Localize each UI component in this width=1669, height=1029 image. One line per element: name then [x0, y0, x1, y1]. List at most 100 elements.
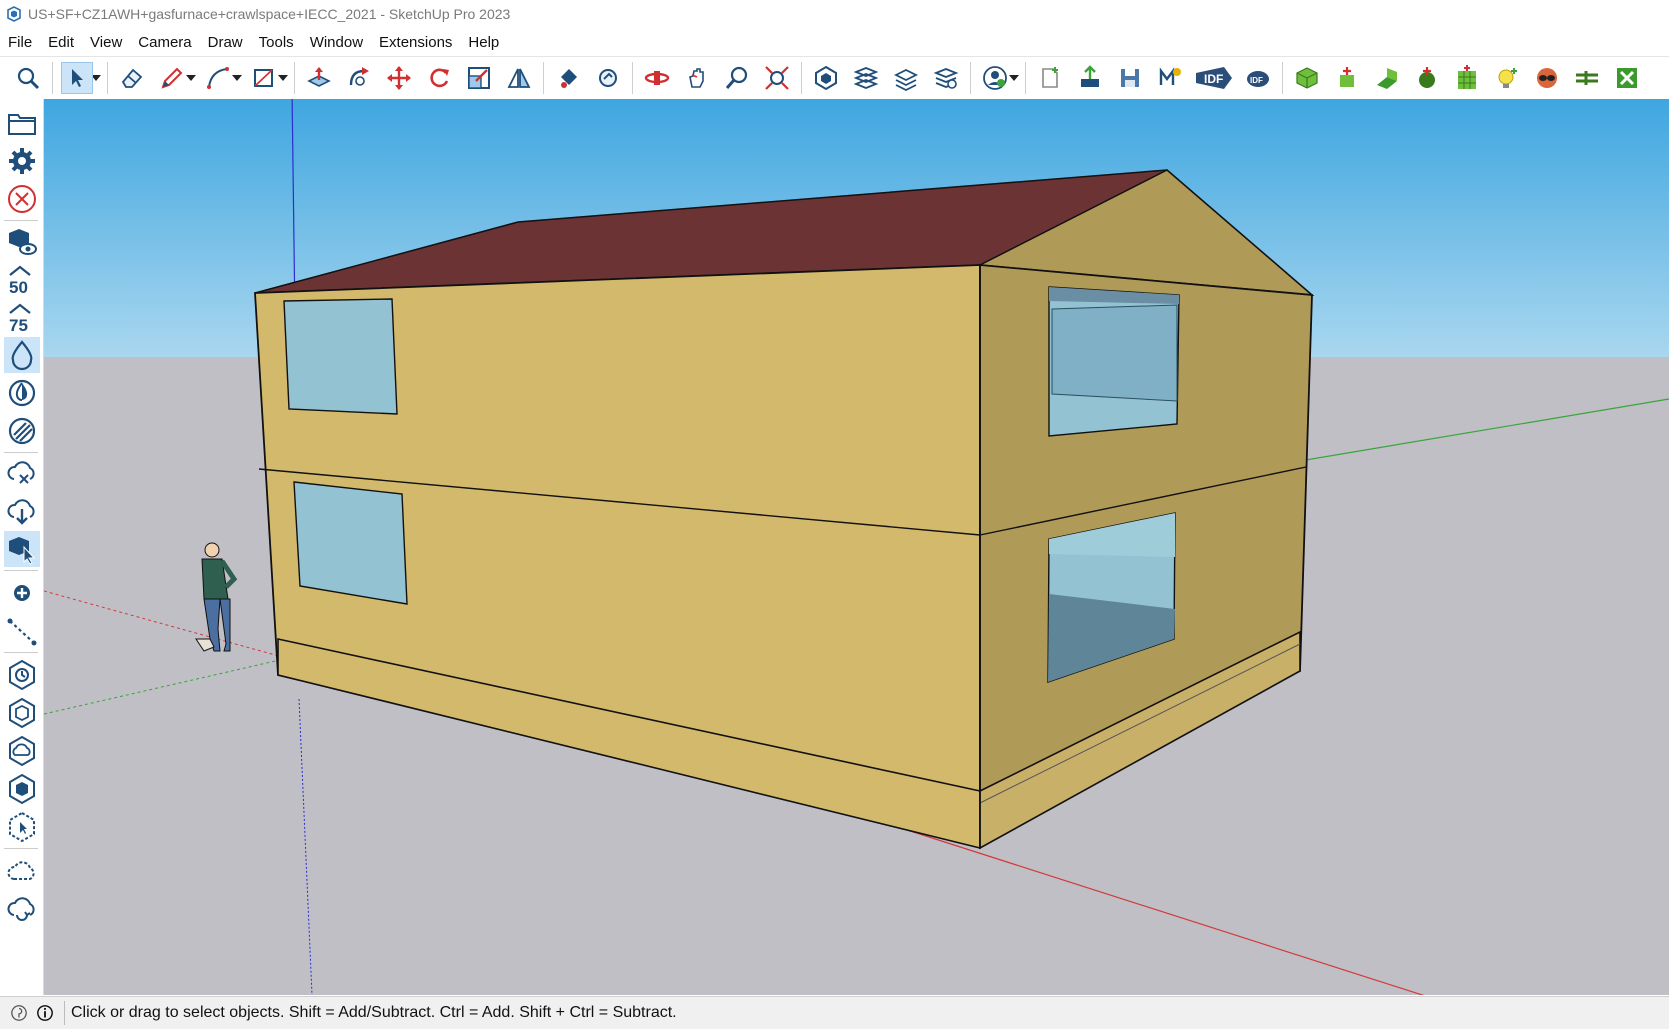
scale-icon[interactable] [463, 62, 495, 94]
toolbar-separator [107, 62, 108, 94]
pan-icon[interactable] [681, 62, 713, 94]
zoom-extents-icon[interactable] [761, 62, 793, 94]
toolbar-separator [632, 62, 633, 94]
flip-icon[interactable] [503, 62, 535, 94]
sketchup-app-icon [7, 6, 21, 22]
svg-text:75: 75 [9, 316, 28, 333]
left-toolbar: 50 75 [0, 99, 44, 995]
openstudio-grid-icon[interactable] [1451, 62, 1483, 94]
idf-export-icon[interactable] [1074, 62, 1106, 94]
svg-text:50: 50 [9, 278, 28, 295]
layers-icon[interactable] [850, 62, 882, 94]
openstudio-surface-icon[interactable] [1371, 62, 1403, 94]
eraser-icon[interactable] [116, 62, 148, 94]
openstudio-space-icon[interactable] [1291, 62, 1323, 94]
cloud-outline-icon[interactable] [4, 853, 40, 889]
menu-bar: File Edit View Camera Draw Tools Window … [0, 29, 1669, 55]
toolbar-separator [1025, 62, 1026, 94]
svg-text:IDF: IDF [1204, 72, 1223, 86]
toolbar-separator [52, 62, 53, 94]
water-drop-icon[interactable] [4, 337, 40, 373]
idf-save-icon[interactable] [1114, 62, 1146, 94]
window-front-lower [293, 481, 408, 605]
sidebar-separator [4, 570, 38, 571]
title-bar: US+SF+CZ1AWH+gasfurnace+crawlspace+IECC_… [0, 0, 1669, 28]
select-icon[interactable] [61, 62, 93, 94]
cloud-x-icon[interactable] [4, 455, 40, 491]
cloud-hex-icon[interactable] [4, 733, 40, 769]
warehouse-icon[interactable] [810, 62, 842, 94]
hatch-circle-icon[interactable] [4, 413, 40, 449]
seventy-five-icon[interactable]: 75 [4, 299, 40, 335]
half-drop-icon[interactable] [4, 375, 40, 411]
menu-draw[interactable]: Draw [200, 34, 251, 51]
status-bar: Click or drag to select objects. Shift =… [0, 996, 1669, 1029]
cloud-download-icon[interactable] [4, 493, 40, 529]
toolbar-separator [543, 62, 544, 94]
menu-tools[interactable]: Tools [251, 34, 302, 51]
status-message: Click or drag to select objects. Shift =… [71, 1004, 677, 1021]
menu-help[interactable]: Help [460, 34, 507, 51]
openstudio-light-icon[interactable] [1491, 62, 1523, 94]
hex-outline-icon[interactable] [4, 695, 40, 731]
rotate-icon[interactable] [423, 62, 455, 94]
toolbar-separator [970, 62, 971, 94]
zoom-icon[interactable] [721, 62, 753, 94]
account-icon[interactable] [979, 62, 1011, 94]
menu-view[interactable]: View [82, 34, 130, 51]
menu-file[interactable]: File [0, 34, 40, 51]
pencil-icon[interactable] [156, 62, 188, 94]
menu-extensions[interactable]: Extensions [371, 34, 460, 51]
idf-import-icon[interactable] [1154, 62, 1186, 94]
geo-location-icon[interactable] [8, 1002, 30, 1024]
idf-badge-icon[interactable]: IDF [1194, 62, 1234, 94]
toolbar-separator [294, 62, 295, 94]
close-circle-icon[interactable] [4, 181, 40, 217]
settings-gear-icon[interactable] [4, 143, 40, 179]
menu-edit[interactable]: Edit [40, 34, 82, 51]
cloud-sync-icon[interactable] [4, 891, 40, 927]
paint-bucket-icon[interactable] [552, 62, 584, 94]
openstudio-zone-icon[interactable] [1331, 62, 1363, 94]
follow-me-icon[interactable] [343, 62, 375, 94]
rectangle-icon[interactable] [248, 62, 280, 94]
openstudio-extra-icon[interactable] [1611, 62, 1643, 94]
sidebar-separator [4, 848, 38, 849]
view-icon[interactable] [4, 223, 40, 259]
scene-canvas[interactable] [44, 99, 1669, 995]
model-viewport[interactable] [44, 99, 1669, 995]
select-hex-icon[interactable] [4, 809, 40, 845]
add-point-icon[interactable] [4, 575, 40, 611]
sidebar-separator [4, 652, 38, 653]
push-pull-icon[interactable] [303, 62, 335, 94]
svg-text:IDF: IDF [1250, 76, 1263, 85]
window-title: US+SF+CZ1AWH+gasfurnace+crawlspace+IECC_… [28, 6, 511, 22]
tape-measure-icon[interactable] [592, 62, 624, 94]
sidebar-separator [4, 220, 38, 221]
cube-hex-icon[interactable] [4, 771, 40, 807]
dotted-line-icon[interactable] [4, 613, 40, 649]
idf-cloud-icon[interactable]: IDF [1242, 62, 1274, 94]
toolbar-separator [801, 62, 802, 94]
window-front-upper [283, 298, 398, 415]
toolbar-separator [1282, 62, 1283, 94]
fifty-icon[interactable]: 50 [4, 261, 40, 297]
orbit-icon[interactable] [641, 62, 673, 94]
search-icon[interactable] [12, 62, 44, 94]
open-folder-icon[interactable] [4, 105, 40, 141]
menu-camera[interactable]: Camera [130, 34, 199, 51]
move-icon[interactable] [383, 62, 415, 94]
menu-window[interactable]: Window [302, 34, 371, 51]
idf-new-icon[interactable] [1034, 62, 1066, 94]
history-hex-icon[interactable] [4, 657, 40, 693]
sidebar-separator [4, 452, 38, 453]
cube-pointer-icon[interactable] [4, 531, 40, 567]
sandbox-icon[interactable] [890, 62, 922, 94]
info-icon[interactable] [34, 1002, 56, 1024]
openstudio-glasses-icon[interactable] [1531, 62, 1563, 94]
arc-icon[interactable] [202, 62, 234, 94]
status-separator [64, 1001, 65, 1025]
openstudio-add-icon[interactable] [1411, 62, 1443, 94]
openstudio-flow-icon[interactable] [1571, 62, 1603, 94]
components-icon[interactable] [930, 62, 962, 94]
